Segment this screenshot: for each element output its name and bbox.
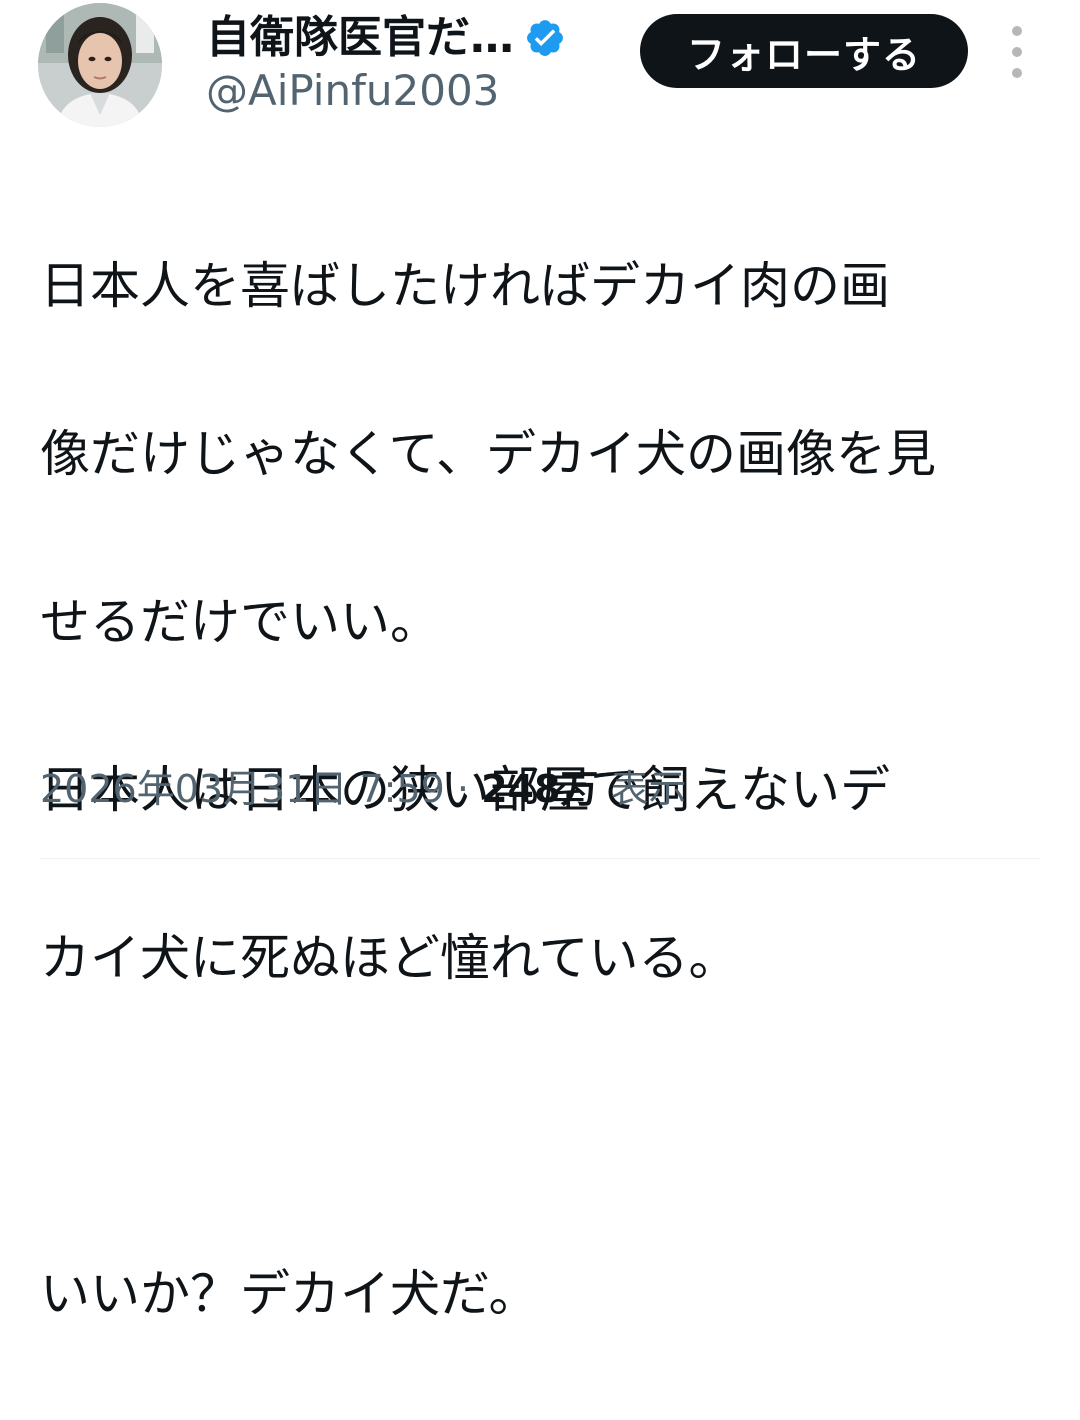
- divider: [40, 858, 1040, 859]
- views-count: 248万: [481, 767, 599, 811]
- display-name-row[interactable]: 自衛隊医官だ…: [206, 10, 566, 66]
- tweet-line: せるだけでいい。: [40, 593, 440, 651]
- more-options-icon[interactable]: [1004, 26, 1030, 78]
- tweet-meta: 2026年03月31日 7:59 · 248万 表示: [40, 770, 687, 808]
- tweet-line: カイ犬に死ぬほど憧れている。: [40, 929, 739, 987]
- dot: [1012, 68, 1022, 78]
- meta-separator: ·: [456, 767, 470, 811]
- tweet-line: いいか？デカイ犬だ。: [40, 1265, 539, 1323]
- user-handle[interactable]: @AiPinfu2003: [206, 66, 499, 116]
- timestamp[interactable]: 2026年03月31日 7:59: [40, 767, 445, 811]
- avatar-image: [38, 3, 162, 127]
- dot: [1012, 26, 1022, 36]
- tweet-line: 像だけじゃなくて、デカイ犬の画像を見: [40, 425, 936, 483]
- follow-button[interactable]: フォローする: [640, 14, 968, 88]
- dot: [1012, 47, 1022, 57]
- views-label: 表示: [610, 767, 687, 811]
- tweet-line: 日本人を喜ばしたければデカイ肉の画: [40, 257, 890, 315]
- verified-badge-icon: [527, 20, 563, 56]
- avatar[interactable]: [38, 3, 162, 127]
- display-name[interactable]: 自衛隊医官だ…: [206, 16, 514, 60]
